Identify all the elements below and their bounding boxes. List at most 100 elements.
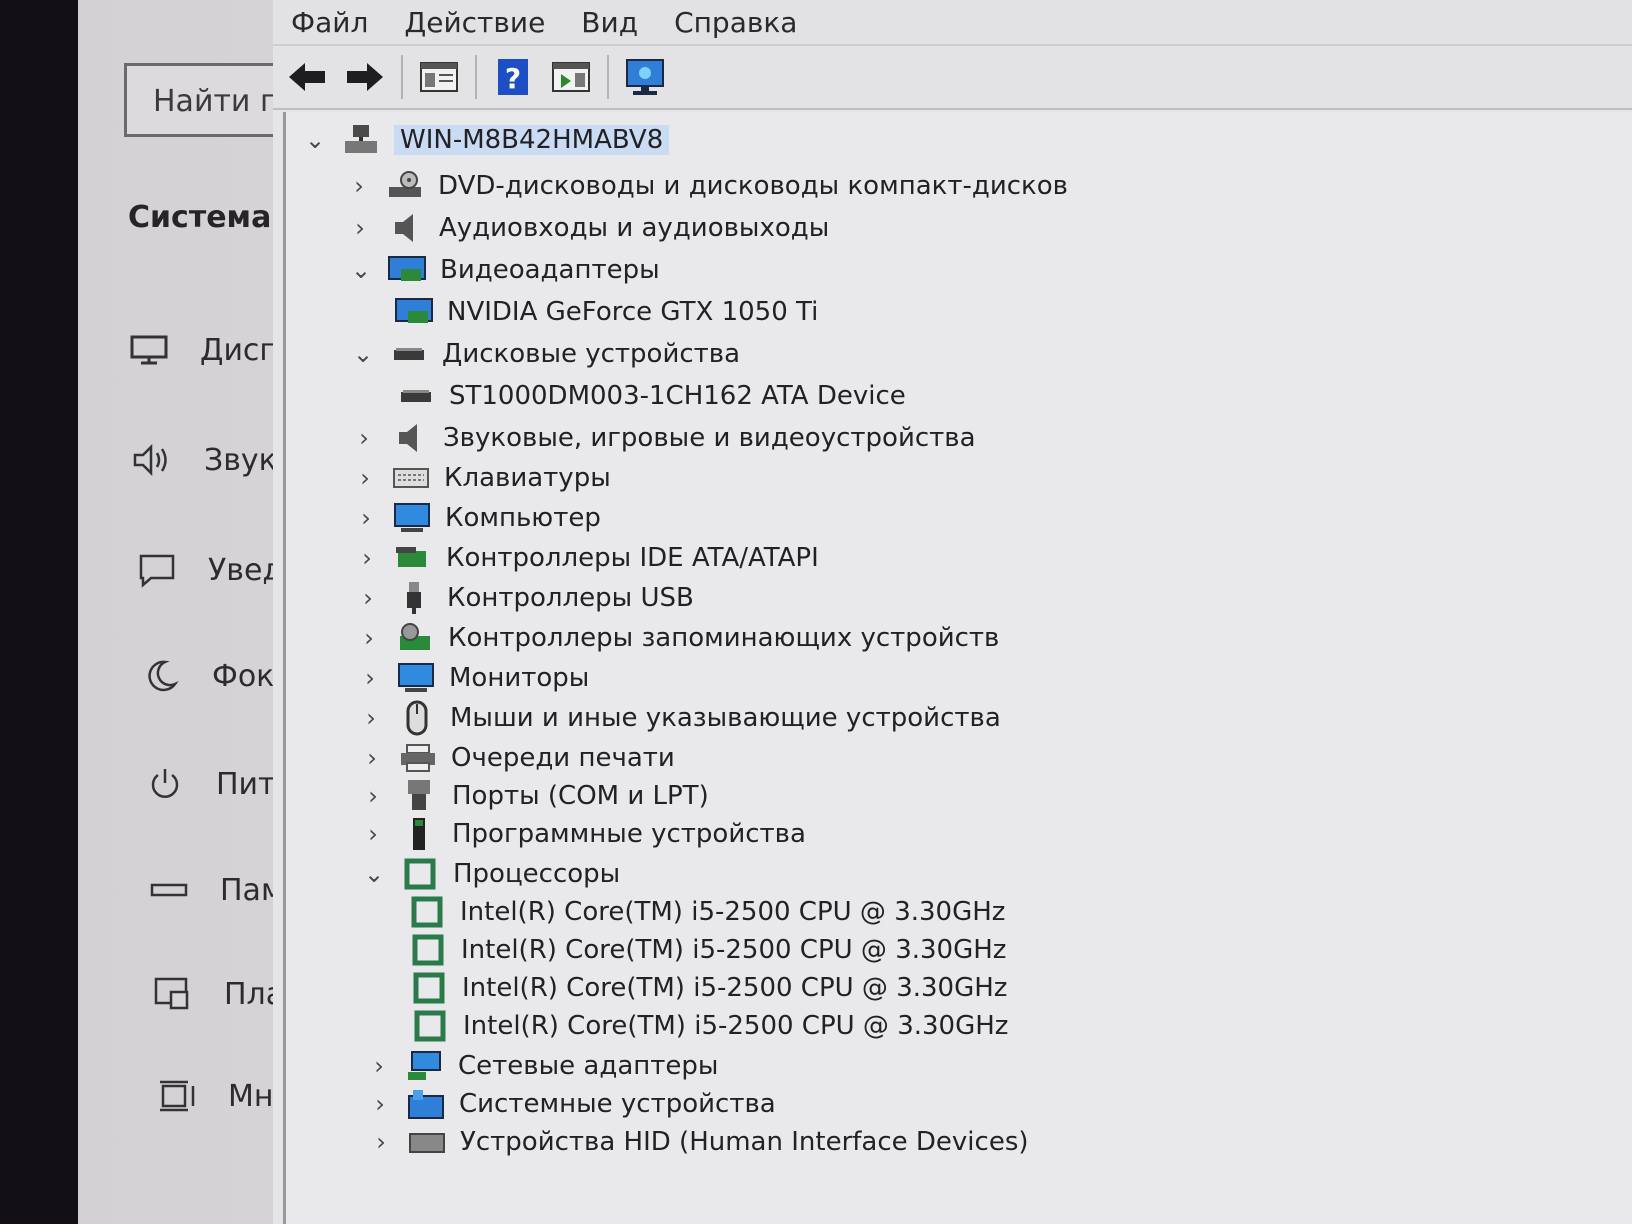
chevron-right-icon[interactable]: › bbox=[358, 781, 388, 811]
chevron-right-icon[interactable]: › bbox=[365, 1089, 395, 1119]
tree-root[interactable]: ⌄ WIN-M8B42HMABV8 bbox=[300, 120, 670, 160]
chevron-right-icon[interactable]: › bbox=[345, 213, 375, 243]
settings-heading: Система bbox=[128, 200, 272, 235]
chevron-right-icon[interactable]: › bbox=[355, 663, 385, 693]
tree-category[interactable]: › Контроллеры IDE ATA/ATAPI bbox=[352, 538, 819, 578]
run-icon[interactable] bbox=[549, 55, 593, 99]
printer-icon bbox=[397, 741, 439, 775]
toolbar-separator bbox=[475, 55, 477, 99]
tree-category[interactable]: › Аудиовходы и аудиовыходы bbox=[345, 208, 829, 248]
toolbar-separator bbox=[401, 55, 403, 99]
menu-action[interactable]: Действие bbox=[386, 6, 563, 39]
tree-category[interactable]: › Порты (COM и LPT) bbox=[358, 776, 709, 816]
tree-device[interactable]: Intel(R) Core(TM) i5-2500 CPU @ 3.30GHz bbox=[406, 892, 1005, 932]
settings-nav-item[interactable]: Мно bbox=[154, 1076, 292, 1116]
tree-category[interactable]: › Устройства HID (Human Interface Devices… bbox=[366, 1122, 1028, 1162]
tablet-icon bbox=[150, 974, 196, 1014]
settings-nav-item[interactable]: Увед bbox=[134, 550, 283, 590]
tree-item-label: Контроллеры USB bbox=[447, 583, 694, 613]
tree-item-label: Очереди печати bbox=[451, 743, 675, 773]
tree-category[interactable]: › Контроллеры запоминающих устройств bbox=[354, 618, 999, 658]
tree-category[interactable]: ⌄ Дисковые устройства bbox=[348, 334, 740, 374]
tree-device[interactable]: NVIDIA GeForce GTX 1050 Ti bbox=[393, 292, 818, 332]
tree-item-label: Intel(R) Core(TM) i5-2500 CPU @ 3.30GHz bbox=[461, 935, 1007, 965]
chevron-right-icon[interactable]: › bbox=[364, 1051, 394, 1081]
chevron-right-icon[interactable]: › bbox=[366, 1127, 396, 1157]
tree-category[interactable]: › Сетевые адаптеры bbox=[364, 1046, 718, 1086]
chevron-right-icon[interactable]: › bbox=[353, 583, 383, 613]
tree-item-label: Звуковые, игровые и видеоустройства bbox=[443, 423, 976, 453]
storage-controller-icon bbox=[394, 621, 436, 655]
settings-nav-item[interactable]: Фоку bbox=[138, 656, 292, 696]
chevron-right-icon[interactable]: › bbox=[354, 623, 384, 653]
forward-icon[interactable] bbox=[343, 55, 387, 99]
settings-nav-item[interactable]: Дисп bbox=[126, 330, 279, 370]
tree-item-label: Дисковые устройства bbox=[442, 339, 741, 369]
tree-category[interactable]: › Мониторы bbox=[355, 658, 589, 698]
audio-icon bbox=[389, 421, 431, 455]
computer-name: WIN-M8B42HMABV8 bbox=[394, 125, 670, 155]
tree-device[interactable]: Intel(R) Core(TM) i5-2500 CPU @ 3.30GHz bbox=[408, 968, 1007, 1008]
tree-category[interactable]: › Компьютер bbox=[351, 498, 601, 538]
tree-category[interactable]: › Очереди печати bbox=[357, 738, 675, 778]
processor-icon bbox=[407, 933, 449, 967]
settings-nav-label: Дисп bbox=[200, 332, 280, 368]
tree-category[interactable]: › Клавиатуры bbox=[350, 458, 611, 498]
chevron-right-icon[interactable]: › bbox=[356, 703, 386, 733]
tree-device[interactable]: Intel(R) Core(TM) i5-2500 CPU @ 3.30GHz bbox=[409, 1006, 1008, 1046]
tree-item-label: Мониторы bbox=[449, 663, 590, 693]
tree-item-label: ST1000DM003-1CH162 ATA Device bbox=[449, 381, 906, 411]
tree-item-label: Intel(R) Core(TM) i5-2500 CPU @ 3.30GHz bbox=[463, 1011, 1009, 1041]
chevron-right-icon[interactable]: › bbox=[351, 503, 381, 533]
chevron-down-icon[interactable]: ⌄ bbox=[346, 255, 376, 285]
chevron-right-icon[interactable]: › bbox=[352, 543, 382, 573]
tree-device[interactable]: ST1000DM003-1CH162 ATA Device bbox=[395, 376, 906, 416]
chevron-right-icon[interactable]: › bbox=[350, 463, 380, 493]
audio-icon bbox=[385, 211, 427, 245]
tree-item-label: Контроллеры IDE ATA/ATAPI bbox=[446, 543, 819, 573]
settings-nav-item[interactable]: Звук bbox=[130, 440, 277, 480]
tree-category[interactable]: › DVD-дисководы и дисководы компакт-диско… bbox=[344, 166, 1068, 206]
tree-category[interactable]: › Программные устройства bbox=[358, 814, 806, 854]
menu-file[interactable]: Файл bbox=[273, 6, 386, 39]
chevron-down-icon[interactable]: ⌄ bbox=[300, 125, 330, 155]
help-icon[interactable]: ? bbox=[491, 55, 535, 99]
tree-category[interactable]: ⌄ Процессоры bbox=[359, 854, 620, 894]
tree-category[interactable]: ⌄ Видеоадаптеры bbox=[346, 250, 660, 290]
processor-icon bbox=[399, 857, 441, 891]
chevron-right-icon[interactable]: › bbox=[358, 819, 388, 849]
monitor-scan-icon[interactable] bbox=[623, 55, 667, 99]
device-manager-window: Файл Действие Вид Справка ? ⌄ WIN-M8B42H… bbox=[273, 0, 1632, 1224]
chevron-right-icon[interactable]: › bbox=[349, 423, 379, 453]
tree-item-label: DVD-дисководы и дисководы компакт-дисков bbox=[438, 171, 1068, 201]
storage-icon bbox=[146, 870, 192, 910]
tree-item-label: Клавиатуры bbox=[444, 463, 611, 493]
notification-icon bbox=[134, 550, 180, 590]
properties-icon[interactable] bbox=[417, 55, 461, 99]
tree-item-label: Intel(R) Core(TM) i5-2500 CPU @ 3.30GHz bbox=[462, 973, 1008, 1003]
disk-icon bbox=[395, 379, 437, 413]
chevron-right-icon[interactable]: › bbox=[344, 171, 374, 201]
chevron-right-icon[interactable]: › bbox=[357, 743, 387, 773]
toolbar: ? bbox=[273, 46, 1632, 110]
speaker-icon bbox=[130, 440, 176, 480]
tree-item-label: Компьютер bbox=[445, 503, 601, 533]
tree-item-label: Intel(R) Core(TM) i5-2500 CPU @ 3.30GHz bbox=[460, 897, 1006, 927]
back-icon[interactable] bbox=[285, 55, 329, 99]
tree-category[interactable]: › Контроллеры USB bbox=[353, 578, 694, 618]
tree-category[interactable]: › Системные устройства bbox=[365, 1084, 776, 1124]
chevron-down-icon[interactable]: ⌄ bbox=[359, 859, 389, 889]
tree-category[interactable]: › Мыши и иные указывающие устройства bbox=[356, 698, 1001, 738]
chevron-down-icon[interactable]: ⌄ bbox=[348, 339, 378, 369]
settings-nav-item[interactable]: Пита bbox=[142, 764, 294, 804]
tree-item-label: Процессоры bbox=[453, 859, 621, 889]
display-adapter-icon bbox=[386, 253, 428, 287]
menu-help[interactable]: Справка bbox=[656, 6, 815, 39]
tree-device[interactable]: Intel(R) Core(TM) i5-2500 CPU @ 3.30GHz bbox=[407, 930, 1006, 970]
menu-bar: Файл Действие Вид Справка bbox=[273, 0, 1632, 46]
tree-item-label: Программные устройства bbox=[452, 819, 806, 849]
tree-item-label: Системные устройства bbox=[459, 1089, 776, 1119]
device-tree: ⌄ WIN-M8B42HMABV8 › DVD-дисководы и диско… bbox=[283, 112, 1632, 1224]
tree-category[interactable]: › Звуковые, игровые и видеоустройства bbox=[349, 418, 976, 458]
menu-view[interactable]: Вид bbox=[563, 6, 656, 39]
